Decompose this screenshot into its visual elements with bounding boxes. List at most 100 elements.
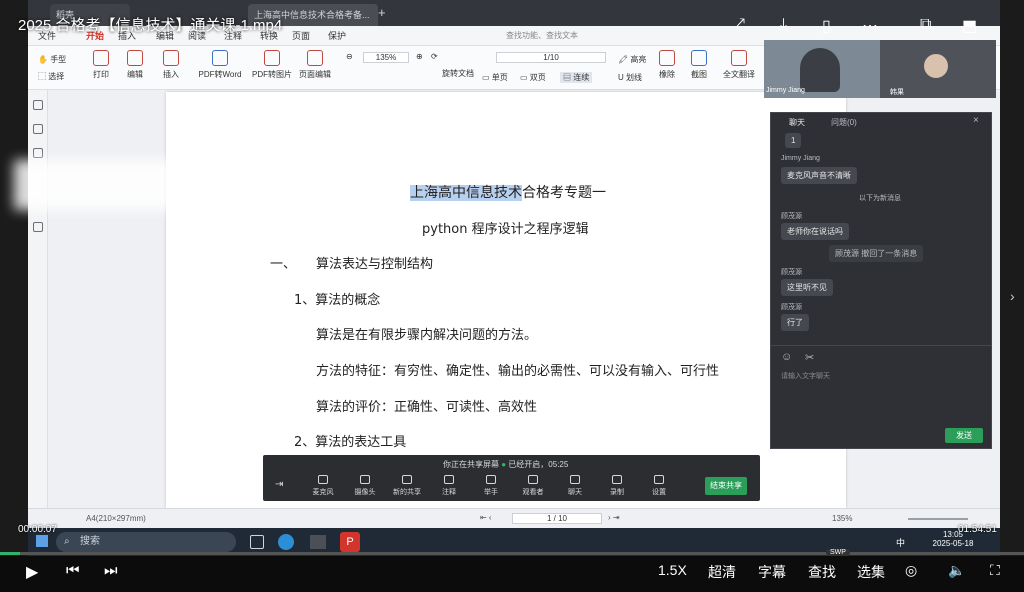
share-bar-button-8[interactable]: 设置	[639, 475, 679, 497]
translate-button[interactable]: 全文翻译	[718, 50, 760, 80]
share-bar-button-6[interactable]: 聊天	[555, 475, 595, 497]
eraser-button[interactable]: 橡除	[650, 50, 684, 80]
record-icon: ●	[501, 460, 507, 469]
menu-item-7[interactable]: 页面	[292, 29, 310, 42]
zoom-out-icon[interactable]: ⊖	[346, 52, 353, 61]
chat-message: 这里听不见	[781, 279, 833, 296]
questions-tab[interactable]: 问题(0)	[831, 117, 857, 128]
settings-icon[interactable]: ◎	[905, 562, 917, 579]
insert-button[interactable]: 插入	[154, 50, 188, 80]
menu-icon[interactable]	[33, 100, 43, 110]
share-bar-button-4[interactable]: 举手	[471, 475, 511, 497]
end-share-button[interactable]: 结束共享	[705, 477, 747, 495]
phone-icon[interactable]: ▯	[822, 16, 844, 36]
video-frame: 稻壳 上海高中信息技术合格考备... + 文件 开始 插入 编辑 阅读 注释 转换 页面 保护 …	[0, 0, 1024, 556]
underline-button[interactable]: U 划线	[618, 72, 642, 83]
attachment-icon[interactable]	[33, 222, 43, 232]
episodes-button[interactable]: 选集	[857, 562, 885, 582]
download-icon[interactable]: ⤓	[780, 16, 802, 36]
share-bar-button-5[interactable]: 观看者	[513, 475, 553, 497]
print-button[interactable]: 打印	[84, 50, 118, 80]
cam2-name: 韩果	[890, 89, 904, 96]
search-icon: ⌕	[64, 536, 70, 547]
menu-item-8[interactable]: 保护	[328, 29, 346, 42]
thumbnail-icon[interactable]	[33, 124, 43, 134]
doc-line-3: 算法的评价：正确性、可读性、高效性	[316, 400, 538, 415]
speed-button[interactable]: 1.5X	[658, 562, 687, 578]
next-icon[interactable]: ⏭	[104, 562, 118, 579]
share-bar-button-1[interactable]: 摄像头	[345, 475, 385, 497]
subtitles-button[interactable]: 字幕	[758, 562, 786, 582]
edit-icon	[127, 50, 143, 66]
last-page-icon[interactable]: › ⇥	[608, 513, 620, 522]
screenshot-button[interactable]: 截图	[682, 50, 716, 80]
section-heading: 算法表达与控制结构	[316, 257, 434, 272]
underline-label: 划线	[626, 73, 642, 82]
pip-icon[interactable]: ⧉	[920, 16, 942, 36]
highlight-button[interactable]: 🖍 高亮	[618, 54, 646, 65]
more-icon[interactable]: ⋯	[862, 16, 884, 36]
recall-notice: 顾茂源 撤回了一条消息	[829, 245, 924, 262]
pdf-to-word-button[interactable]: PDF转Word	[194, 50, 246, 80]
collapse-icon[interactable]: ⇥	[275, 479, 283, 490]
translate-label: 全文翻译	[723, 70, 755, 79]
new-tab-icon[interactable]: +	[378, 5, 386, 20]
edge-icon[interactable]	[278, 534, 294, 550]
share-bar-button-3[interactable]: 注释	[429, 475, 469, 497]
edit-button[interactable]: 编辑	[118, 50, 152, 80]
chat-tab[interactable]: 聊天	[789, 117, 805, 128]
annotation-icon[interactable]	[33, 148, 43, 158]
first-page-icon[interactable]: ⇤ ‹	[480, 513, 492, 522]
scissors-icon[interactable]: ✂	[805, 351, 814, 364]
task-view-icon[interactable]	[250, 535, 264, 549]
share-status-text: 你正在共享屏幕	[443, 460, 499, 469]
rotate-icon[interactable]: ⟳	[431, 52, 438, 61]
app-icon[interactable]	[310, 535, 326, 549]
zoom-slider[interactable]	[908, 518, 968, 520]
previous-icon[interactable]: ⏮	[66, 562, 80, 579]
view-continuous-button[interactable]: ▤ 连续	[560, 72, 593, 83]
share-bar-button-7[interactable]: 录制	[597, 475, 637, 497]
pdf-app-icon[interactable]: P	[340, 532, 360, 552]
fullscreen-window-icon[interactable]: ⬒	[962, 16, 984, 36]
zoom-in-icon[interactable]: ⊕	[416, 52, 423, 61]
page-edit-button[interactable]: 页面编辑	[296, 50, 334, 80]
view-single-button[interactable]: ▭ 单页	[482, 72, 508, 83]
chat-input[interactable]: 请输入文字聊天	[781, 371, 830, 381]
doc-line-1: 算法是在有限步骤内解决问题的方法。	[316, 328, 538, 343]
share-icon[interactable]: ⤤	[736, 16, 758, 36]
ime-indicator[interactable]: 中	[896, 536, 905, 549]
hand-tool-label: 手型	[50, 55, 67, 64]
view-double-button[interactable]: ▭ 双页	[520, 72, 546, 83]
zoom-field[interactable]: 135%	[363, 52, 409, 63]
rotate-doc-button[interactable]: 旋转文档	[436, 68, 480, 79]
search-field[interactable]: 查找功能、查找文本	[506, 30, 578, 41]
select-tool[interactable]: ⬚ 选择	[38, 71, 64, 82]
chevron-right-icon[interactable]: ›	[1010, 288, 1015, 304]
volume-icon[interactable]: 🔈	[948, 562, 965, 579]
page-field[interactable]: 1/10	[496, 52, 606, 63]
pdf-to-image-button[interactable]: PDF转图片	[248, 50, 296, 80]
page-edit-label: 页面编辑	[299, 70, 331, 79]
play-icon[interactable]: ▶	[26, 562, 38, 582]
emoji-icon[interactable]: ☺	[781, 351, 792, 363]
taskbar-search-label: 搜索	[80, 536, 100, 547]
status-zoom[interactable]: 135%	[832, 514, 852, 523]
send-button[interactable]: 发送	[945, 428, 983, 443]
share-bar-button-2[interactable]: 新的共享	[387, 475, 427, 497]
hand-tool[interactable]: ✋ 手型	[38, 54, 66, 65]
status-page-field[interactable]: 1 / 10	[512, 513, 602, 524]
quality-button[interactable]: 超清	[708, 562, 736, 582]
share-bar-button-0[interactable]: 麦克风	[303, 475, 343, 497]
close-icon[interactable]: ×	[973, 115, 979, 126]
windows-logo-icon[interactable]	[36, 535, 48, 547]
edit-label: 编辑	[127, 70, 143, 79]
fullscreen-icon[interactable]: ⛶	[990, 562, 1000, 579]
progress-track[interactable]	[0, 552, 1024, 555]
eraser-icon	[659, 50, 675, 66]
chat-panel: 聊天 问题(0) × 1 Jimmy Jiang 麦克风声音不清晰 以下为新消息…	[770, 112, 992, 449]
search-button[interactable]: 查找	[808, 562, 836, 582]
highlight-label: 高亮	[630, 55, 647, 64]
hand-icon	[486, 475, 496, 484]
taskbar-search[interactable]: ⌕ 搜索	[56, 532, 236, 552]
